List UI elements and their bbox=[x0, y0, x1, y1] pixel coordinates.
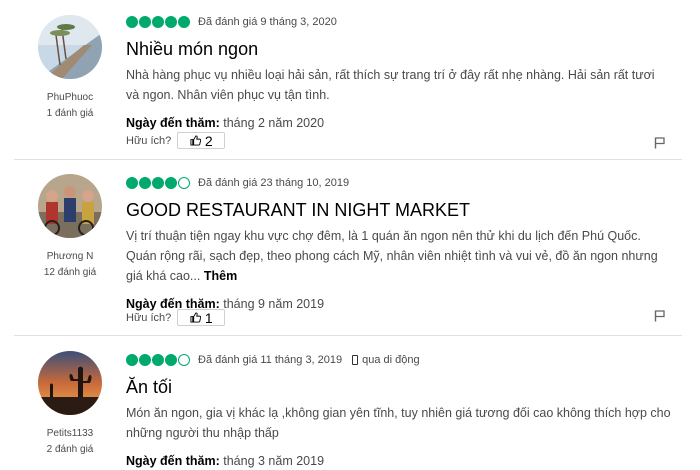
avatar[interactable] bbox=[38, 351, 102, 415]
visit-date-value: tháng 9 năm 2019 bbox=[223, 297, 325, 311]
mobile-badge: qua di động bbox=[352, 354, 420, 366]
bubble-filled-icon bbox=[126, 16, 138, 28]
review-card: PhuPhuoc 1 đánh giá Đã đánh giá 9 tháng … bbox=[0, 0, 700, 160]
rating-line: Đã đánh giá 11 tháng 3, 2019 qua di động bbox=[126, 353, 671, 367]
bubble-empty-icon bbox=[178, 177, 190, 189]
review-body: Nhà hàng phục vụ nhiều loại hải sản, rất… bbox=[126, 68, 655, 102]
reviewer-review-count: 12 đánh giá bbox=[43, 267, 97, 278]
rating-line: Đã đánh giá 23 tháng 10, 2019 bbox=[126, 176, 671, 190]
mobile-phone-icon bbox=[352, 355, 359, 365]
rating-bubbles bbox=[126, 354, 190, 366]
bubble-filled-icon bbox=[139, 16, 151, 28]
review-title[interactable]: Ăn tối bbox=[126, 376, 671, 398]
helpful-count: 1 bbox=[204, 309, 213, 326]
helpful-row: Hữu ích? 1 bbox=[126, 309, 226, 326]
avatar[interactable] bbox=[38, 15, 102, 79]
review-date: Đã đánh giá 9 tháng 3, 2020 bbox=[198, 16, 337, 28]
bubble-filled-icon bbox=[139, 177, 151, 189]
review-content: Đã đánh giá 23 tháng 10, 2019 GOOD RESTA… bbox=[126, 176, 671, 313]
helpful-label: Hữu ích? bbox=[126, 134, 172, 147]
review-date: Đã đánh giá 23 tháng 10, 2019 bbox=[198, 177, 350, 189]
rating-line: Đã đánh giá 9 tháng 3, 2020 bbox=[126, 15, 671, 29]
thumbs-up-icon bbox=[190, 312, 201, 323]
read-more-link[interactable]: Thêm bbox=[204, 269, 237, 283]
avatar[interactable] bbox=[38, 174, 102, 238]
review-date: Đã đánh giá 11 tháng 3, 2019 bbox=[198, 354, 343, 366]
helpful-vote-button[interactable]: 1 bbox=[177, 309, 226, 326]
bubble-filled-icon bbox=[126, 354, 138, 366]
bubble-filled-icon bbox=[165, 177, 177, 189]
reviewer-info: PhuPhuoc 1 đánh giá bbox=[20, 15, 120, 120]
helpful-row: Hữu ích? 2 bbox=[126, 132, 226, 149]
bubble-filled-icon bbox=[165, 354, 177, 366]
reviewer-name[interactable]: Petits1133 bbox=[20, 428, 120, 440]
thumbs-up-icon bbox=[190, 135, 201, 146]
visit-date-value: tháng 3 năm 2019 bbox=[223, 454, 325, 468]
reviewer-review-count: 1 đánh giá bbox=[46, 108, 94, 119]
bubble-empty-icon bbox=[178, 354, 190, 366]
reviewer-review-count: 2 đánh giá bbox=[46, 444, 94, 455]
visit-date: Ngày đến thăm: tháng 2 năm 2020 bbox=[126, 114, 671, 132]
reviewer-info: Petits1133 2 đánh giá bbox=[20, 351, 120, 456]
visit-label: Ngày đến thăm: bbox=[126, 454, 220, 468]
review-body: Vị trí thuận tiện ngay khu vực chợ đêm, … bbox=[126, 226, 671, 286]
rating-bubbles bbox=[126, 16, 190, 28]
review-content: Đã đánh giá 11 tháng 3, 2019 qua di động… bbox=[126, 353, 671, 470]
report-flag-icon[interactable] bbox=[654, 137, 665, 149]
helpful-count: 2 bbox=[204, 132, 213, 149]
bubble-filled-icon bbox=[178, 16, 190, 28]
helpful-label: Hữu ích? bbox=[126, 311, 172, 324]
bubble-filled-icon bbox=[152, 354, 164, 366]
reviewer-name[interactable]: Phương N bbox=[20, 251, 120, 263]
visit-label: Ngày đến thăm: bbox=[126, 116, 220, 130]
review-body: Món ăn ngon, gia vị khác lạ ,không gian … bbox=[126, 406, 671, 440]
report-flag-icon[interactable] bbox=[654, 310, 665, 322]
reviewer-name[interactable]: PhuPhuoc bbox=[20, 92, 120, 104]
review-card: Phương N 12 đánh giá Đã đánh giá 23 thán… bbox=[0, 160, 700, 336]
reviewer-info: Phương N 12 đánh giá bbox=[20, 174, 120, 279]
bubble-filled-icon bbox=[165, 16, 177, 28]
bubble-filled-icon bbox=[139, 354, 151, 366]
review-title[interactable]: GOOD RESTAURANT IN NIGHT MARKET bbox=[126, 199, 671, 221]
visit-date: Ngày đến thăm: tháng 3 năm 2019 bbox=[126, 452, 671, 470]
bubble-filled-icon bbox=[126, 177, 138, 189]
visit-date-value: tháng 2 năm 2020 bbox=[223, 116, 325, 130]
review-content: Đã đánh giá 9 tháng 3, 2020 Nhiều món ng… bbox=[126, 15, 671, 132]
review-card: Petits1133 2 đánh giá Đã đánh giá 11 thá… bbox=[0, 336, 700, 470]
review-title[interactable]: Nhiều món ngon bbox=[126, 38, 671, 60]
bubble-filled-icon bbox=[152, 16, 164, 28]
mobile-label: qua di động bbox=[362, 354, 420, 366]
bubble-filled-icon bbox=[152, 177, 164, 189]
helpful-vote-button[interactable]: 2 bbox=[177, 132, 226, 149]
rating-bubbles bbox=[126, 177, 190, 189]
